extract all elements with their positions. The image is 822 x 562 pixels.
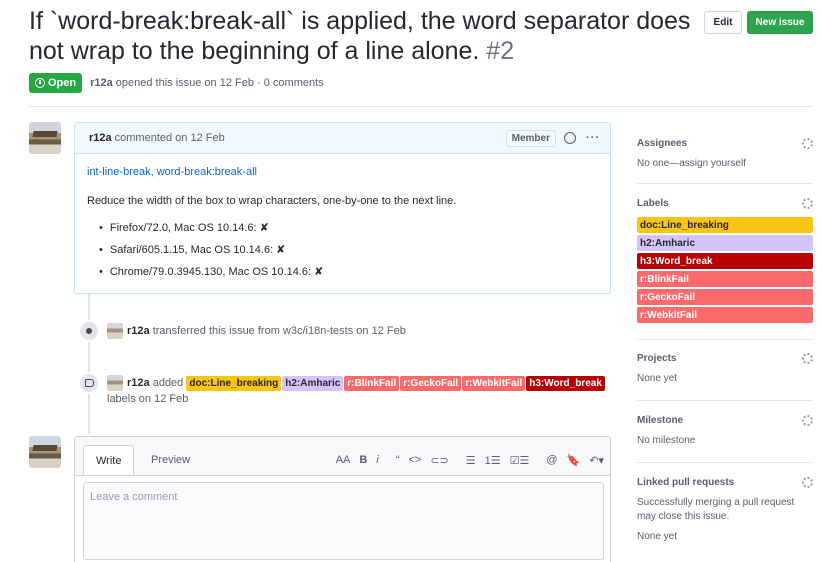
linked-text: Successfully merging a pull request may …: [637, 497, 795, 522]
bold-icon[interactable]: B: [359, 454, 367, 466]
label-chip[interactable]: r:WebkitFail: [462, 375, 526, 391]
gear-icon[interactable]: [802, 352, 813, 364]
header-divider: [29, 106, 813, 107]
comment-editor: Write Preview AA Bi “ <> ⊂⊃ ☰ 1☰ ☑☰ @ 🔖 ↶▾ Leave a…: [74, 436, 611, 562]
comment-header: r12a commented on 12 Feb Member ···: [75, 123, 610, 154]
transfer-badge: [78, 320, 100, 342]
projects-text: None yet: [637, 373, 678, 384]
sidebar-label[interactable]: r:WebkitFail: [637, 307, 813, 323]
transfer-text: transferred this issue from w3c/i18n-tes…: [152, 325, 406, 337]
sidebar-projects: Projects None yet: [637, 350, 813, 386]
issue-author-link[interactable]: r12a: [90, 77, 113, 89]
task-list-icon[interactable]: ☑☰: [510, 454, 530, 467]
milestone-title[interactable]: Milestone: [637, 415, 683, 426]
comment-author-link[interactable]: r12a: [89, 132, 112, 144]
avatar[interactable]: [29, 436, 61, 468]
tab-write[interactable]: Write: [83, 445, 135, 476]
label-event-badge: [78, 372, 100, 394]
issue-title-text: If `word-break:break-all` is applied, th…: [29, 7, 691, 65]
linked-none-text: None yet: [637, 531, 678, 542]
linked-title[interactable]: Linked pull requests: [637, 477, 734, 488]
gear-icon[interactable]: [802, 137, 813, 149]
sidebar-divider: [637, 462, 813, 463]
comment-timestamp[interactable]: commented on 12 Feb: [115, 132, 225, 144]
test-link[interactable]: int-line-break, word-break:break-all: [87, 166, 598, 178]
assignees-text[interactable]: No one—assign yourself: [637, 157, 813, 171]
reply-icon[interactable]: ↶▾: [589, 454, 604, 467]
sidebar-label[interactable]: h2:Amharic: [637, 235, 813, 251]
labels-title[interactable]: Labels: [637, 198, 669, 209]
labels-actor[interactable]: r12a: [127, 377, 150, 389]
smiley-icon[interactable]: [564, 132, 576, 144]
transfer-event: r12a transferred this issue from w3c/i18…: [107, 323, 406, 340]
mini-avatar[interactable]: [107, 375, 123, 392]
issue-opened-icon: [35, 78, 45, 88]
labels-verb: added: [152, 377, 184, 389]
label-chip[interactable]: r:GeckoFail: [400, 375, 462, 391]
list-item: Safari/605.1.15, Mac OS 10.14.6: ✘: [99, 243, 598, 256]
issue-opened-text: opened this issue on 12 Feb · 0 comments: [115, 77, 324, 89]
editor-body: Leave a comment: [75, 475, 610, 562]
avatar[interactable]: [29, 122, 61, 154]
sidebar-divider: [637, 339, 813, 340]
sidebar-labels: Labels doc:Line_breaking h2:Amharic h3:Wor…: [637, 195, 813, 325]
bullet-list-icon[interactable]: ☰: [466, 454, 476, 467]
gear-icon[interactable]: [802, 414, 813, 426]
issue-title: If `word-break:break-all` is applied, th…: [29, 6, 709, 66]
sidebar-label[interactable]: r:GeckoFail: [637, 289, 813, 305]
milestone-text: No milestone: [637, 435, 696, 446]
results-list: Firefox/72.0, Mac OS 10.14.6: ✘ Safari/6…: [87, 221, 598, 278]
issue-meta: Open r12a opened this issue on 12 Feb · …: [29, 73, 324, 93]
label-chip[interactable]: h3:Word_break: [526, 375, 605, 391]
label-chip[interactable]: doc:Line_breaking: [186, 375, 282, 391]
list-item: Chrome/79.0.3945.130, Mac OS 10.14.6: ✘: [99, 265, 598, 278]
sidebar-milestone: Milestone No milestone: [637, 412, 813, 448]
new-issue-button[interactable]: New issue: [747, 11, 813, 34]
italic-icon[interactable]: i: [376, 454, 378, 466]
status-badge-label: Open: [48, 77, 77, 89]
sidebar-label[interactable]: r:BlinkFail: [637, 271, 813, 287]
issue-comment: r12a commented on 12 Feb Member ··· int-…: [74, 122, 611, 294]
gear-icon[interactable]: [802, 476, 813, 488]
saved-reply-icon[interactable]: 🔖: [567, 454, 581, 467]
comment-paragraph: Reduce the width of the box to wrap char…: [87, 195, 457, 207]
assignees-title[interactable]: Assignees: [637, 138, 687, 149]
sidebar-linked-prs: Linked pull requests Successfully mergin…: [637, 474, 813, 544]
comment-textarea[interactable]: Leave a comment: [83, 482, 604, 560]
sidebar-label[interactable]: doc:Line_breaking: [637, 217, 813, 233]
sidebar-divider: [637, 183, 813, 184]
comment-body: int-line-break, word-break:break-all Red…: [75, 154, 610, 299]
sidebar-assignees: Assignees No one—assign yourself: [637, 135, 813, 171]
transfer-actor[interactable]: r12a: [127, 325, 150, 337]
label-chip[interactable]: r:BlinkFail: [344, 375, 400, 391]
labels-suffix: labels on 12 Feb: [107, 393, 189, 406]
tab-preview[interactable]: Preview: [139, 445, 202, 475]
numbered-list-icon[interactable]: 1☰: [485, 454, 501, 467]
member-badge: Member: [505, 129, 556, 147]
issue-number: #2: [486, 37, 515, 65]
markdown-toolbar: AA Bi “ <> ⊂⊃ ☰ 1☰ ☑☰ @ 🔖 ↶▾: [336, 445, 604, 475]
timeline-line: [88, 294, 90, 434]
mini-avatar[interactable]: [107, 323, 123, 340]
sidebar-label[interactable]: h3:Word_break: [637, 253, 813, 269]
sidebar-divider: [637, 400, 813, 401]
gear-icon[interactable]: [802, 197, 813, 209]
dot-icon: [86, 328, 92, 334]
text-size-icon[interactable]: AA: [336, 454, 351, 466]
tag-icon: [84, 379, 94, 387]
status-badge: Open: [29, 73, 83, 93]
link-icon[interactable]: ⊂⊃: [430, 454, 448, 467]
label-chip[interactable]: h2:Amharic: [282, 375, 344, 391]
mention-icon[interactable]: @: [546, 454, 557, 466]
event-labels: doc:Line_breaking h2:Amharic r:BlinkFail r:…: [186, 375, 606, 391]
edit-button[interactable]: Edit: [704, 11, 742, 34]
list-item: Firefox/72.0, Mac OS 10.14.6: ✘: [99, 221, 598, 234]
more-options-icon[interactable]: ···: [586, 132, 600, 144]
sidebar-label-list: doc:Line_breaking h2:Amharic h3:Word_break…: [637, 217, 813, 323]
labels-event: r12a added doc:Line_breaking h2:Amharic r:…: [107, 375, 617, 407]
quote-icon[interactable]: “: [396, 454, 400, 466]
projects-title[interactable]: Projects: [637, 353, 676, 364]
code-icon[interactable]: <>: [408, 454, 421, 466]
